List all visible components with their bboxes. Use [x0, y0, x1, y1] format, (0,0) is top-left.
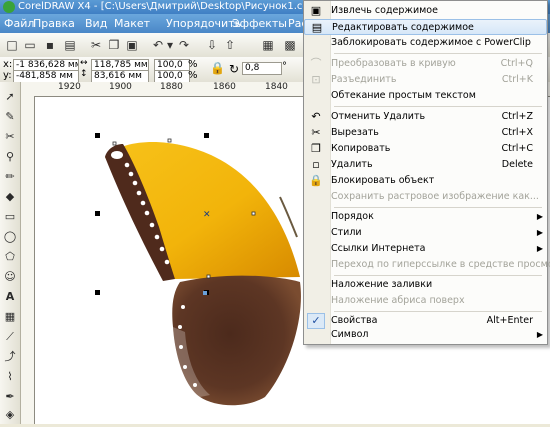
submenu-arrow-icon: ▶: [536, 330, 543, 339]
menu-item-extract-contents[interactable]: ▣ Извлечь содержимое: [304, 3, 547, 19]
menu-item-cut[interactable]: ✂ Вырезать Ctrl+X: [304, 125, 547, 141]
rectangle-tool-icon[interactable]: ▭: [3, 210, 17, 224]
menu-item-edit-contents[interactable]: ▤ Редактировать содержимое: [304, 19, 547, 35]
welcome-screen-icon[interactable]: ▩: [282, 37, 298, 53]
menu-item-overprint-outline[interactable]: Наложение абриса поверх: [304, 293, 547, 309]
rotation-icon: ↻: [229, 62, 240, 76]
vertical-ruler[interactable]: [20, 96, 35, 424]
height-icon: ↕: [80, 69, 88, 79]
menu-item-internet-links[interactable]: Ссылки Интернета ▶: [304, 241, 547, 257]
lock-icon: 🔒: [309, 174, 323, 187]
open-folder-icon[interactable]: ▭: [22, 37, 38, 53]
submenu-arrow-icon: ▶: [536, 212, 543, 221]
submenu-arrow-icon: ▶: [536, 244, 543, 253]
ruler-tick-label: 1880: [160, 82, 183, 92]
center-marker-icon: ✕: [203, 210, 211, 220]
save-icon[interactable]: ▪: [42, 37, 58, 53]
ruler-tick-label: 1860: [213, 82, 236, 92]
menu-item-overprint-fill[interactable]: Наложение заливки: [304, 277, 547, 293]
toolbox: ➚ ✎ ✂ ⚲ ✏ ◆ ▭ ◯ ⬠ ☺ A ▦ ⟋ ⤴ ⌇ ✒ ◈: [0, 82, 21, 424]
extract-icon: ▣: [310, 4, 322, 17]
menu-layout[interactable]: Макет: [114, 14, 150, 33]
menu-edit[interactable]: Правка: [33, 14, 75, 33]
menu-view[interactable]: Вид: [85, 14, 107, 33]
menu-item-break-apart[interactable]: ⊡ Разъединить Ctrl+K: [304, 72, 547, 88]
crop-tool-icon[interactable]: ✂: [3, 130, 17, 144]
menu-item-copy[interactable]: ❐ Копировать Ctrl+C: [304, 141, 547, 157]
table-tool-icon[interactable]: ▦: [3, 310, 17, 324]
shape-tool-icon[interactable]: ✎: [3, 110, 17, 124]
outline-tool-icon[interactable]: ✒: [3, 390, 17, 404]
undo-icon: ↶: [311, 110, 321, 123]
export-icon[interactable]: ⇧: [222, 37, 238, 53]
x-label: x:: [3, 59, 13, 70]
dimension-tool-icon[interactable]: ⟋: [3, 330, 17, 344]
y-label: y:: [3, 70, 12, 81]
check-icon: ✓: [311, 314, 321, 327]
convert-curve-icon: ⌒: [310, 57, 322, 70]
copy-icon: ❐: [311, 142, 321, 155]
delete-icon: ▫: [312, 158, 320, 171]
menu-item-undo-delete[interactable]: ↶ Отменить Удалить Ctrl+Z: [304, 109, 547, 125]
import-icon[interactable]: ⇩: [204, 37, 220, 53]
application-launcher-icon[interactable]: ▦: [260, 37, 276, 53]
menu-item-lock-object[interactable]: 🔒 Блокировать объект: [304, 173, 547, 189]
zoom-tool-icon[interactable]: ⚲: [3, 150, 17, 164]
fill-tool-icon[interactable]: ◈: [3, 408, 17, 422]
new-document-icon[interactable]: □: [4, 37, 20, 53]
connector-tool-icon[interactable]: ⤴: [3, 350, 17, 364]
redo-icon[interactable]: ↷: [176, 37, 192, 53]
copy-icon[interactable]: ❐: [106, 37, 122, 53]
smart-fill-icon[interactable]: ◆: [3, 190, 17, 204]
break-apart-icon: ⊡: [311, 73, 321, 86]
menu-item-delete[interactable]: ▫ Удалить Delete: [304, 157, 547, 173]
ruler-tick-label: 1920: [58, 82, 81, 92]
scissors-icon: ✂: [311, 126, 321, 139]
submenu-arrow-icon: ▶: [536, 228, 543, 237]
menu-file[interactable]: Файл: [4, 14, 34, 33]
basic-shapes-icon[interactable]: ☺: [3, 270, 17, 284]
menu-item-styles[interactable]: Стили ▶: [304, 225, 547, 241]
menu-item-save-bitmap-as[interactable]: Сохранить растровое изображение как...: [304, 189, 547, 205]
width-icon: ↔: [80, 58, 88, 68]
menu-item-wrap-paragraph-text[interactable]: Обтекание простым текстом: [304, 88, 547, 104]
menu-effects[interactable]: Эффекты: [232, 14, 287, 33]
eyedropper-tool-icon[interactable]: ⌇: [3, 370, 17, 384]
freehand-tool-icon[interactable]: ✏: [3, 170, 17, 184]
cut-icon[interactable]: ✂: [88, 37, 104, 53]
menu-item-symbol[interactable]: Символ ▶: [304, 327, 547, 343]
center-node: [203, 291, 207, 295]
window-title: CorelDRAW X4 - [C:\Users\Дмитрий\Desktop…: [18, 1, 317, 12]
menu-arrange[interactable]: Упорядочить: [166, 14, 241, 33]
rotation-angle-field[interactable]: 0,8: [242, 62, 282, 75]
degree-symbol: °: [282, 61, 287, 72]
scale-width-percent: %: [188, 59, 198, 70]
menu-item-convert-to-curves[interactable]: ⌒ Преобразовать в кривую Ctrl+Q: [304, 56, 547, 72]
ruler-tick-label: 1840: [265, 82, 288, 92]
menu-item-jump-to-hyperlink[interactable]: Переход по гиперссылке в средстве просмо…: [304, 257, 550, 273]
edit-contents-icon: ▤: [311, 21, 323, 34]
paste-icon[interactable]: ▣: [124, 37, 140, 53]
text-tool-icon[interactable]: A: [3, 290, 17, 304]
pick-tool-icon[interactable]: ➚: [3, 90, 17, 104]
scale-height-percent: %: [188, 70, 198, 81]
ellipse-tool-icon[interactable]: ◯: [3, 230, 17, 244]
menu-item-order[interactable]: Порядок ▶: [304, 209, 547, 225]
print-icon[interactable]: ▤: [62, 37, 78, 53]
lock-ratio-icon[interactable]: 🔒: [210, 61, 225, 75]
coreldraw-app-icon: [3, 1, 15, 13]
context-menu: ▣ Извлечь содержимое ▤ Редактировать сод…: [303, 0, 550, 345]
polygon-tool-icon[interactable]: ⬠: [3, 250, 17, 264]
ruler-tick-label: 1900: [109, 82, 132, 92]
menu-item-lock-contents-powerclip[interactable]: Заблокировать содержимое с PowerClip: [304, 35, 547, 51]
